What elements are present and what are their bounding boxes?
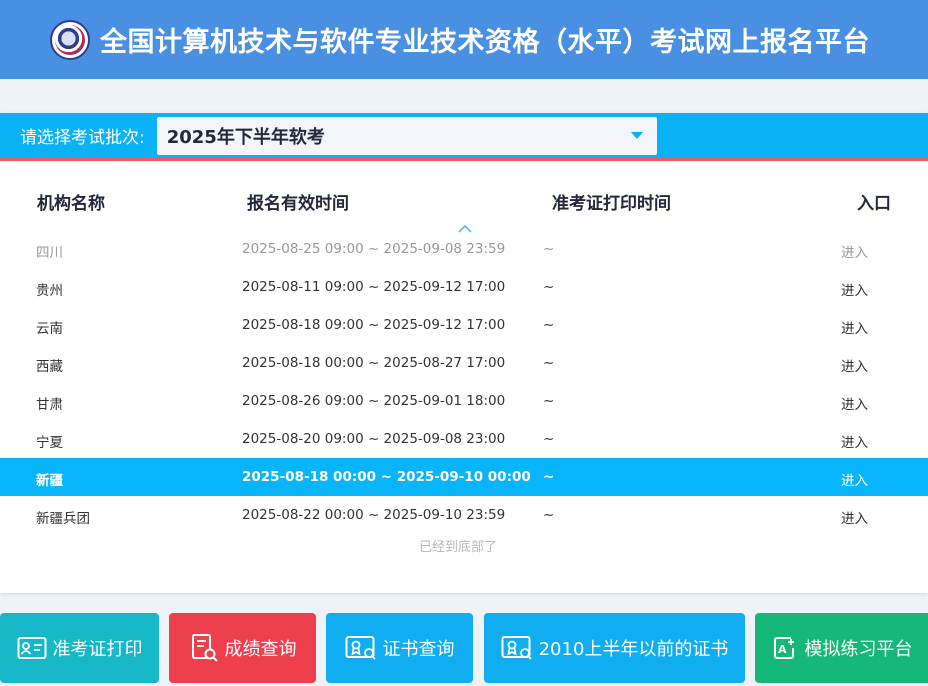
- entry-link[interactable]: 进入: [841, 317, 868, 337]
- reg-time: 2025-08-18 00:00 ~ 2025-09-10 00:00: [242, 469, 531, 485]
- exam-batch-value: 2025年下半年软考: [166, 126, 325, 148]
- exam-batch-label: 请选择考试批次:: [20, 128, 145, 148]
- org-name: 宁夏: [36, 435, 63, 451]
- org-name: 新疆: [36, 473, 63, 489]
- site-header: 全国计算机技术与软件专业技术资格（水平）考试网上报名平台: [0, 0, 928, 79]
- reg-time: 2025-08-18 00:00 ~ 2025-08-27 17:00: [242, 355, 506, 371]
- certificate-query-label: 证书查询: [382, 639, 455, 660]
- org-name: 四川: [36, 245, 63, 261]
- exam-batch-bar: 请选择考试批次: 2025年下半年软考: [0, 113, 928, 161]
- exam-batch-select[interactable]: 2025年下半年软考: [156, 116, 657, 155]
- print-time: ~: [543, 393, 555, 409]
- score-query-label: 成绩查询: [224, 639, 297, 660]
- reg-time: 2025-08-26 09:00 ~ 2025-09-01 18:00: [242, 393, 506, 409]
- column-header-entry: 入口: [857, 194, 891, 214]
- table-row: 四川 2025-08-25 09:00 ~ 2025-09-08 23:59 ~…: [0, 230, 928, 268]
- certificate-query-button[interactable]: 证书查询: [326, 613, 473, 683]
- table-row: 宁夏 2025-08-20 09:00 ~ 2025-09-08 23:00 ~…: [0, 420, 928, 458]
- reg-time: 2025-08-20 09:00 ~ 2025-09-08 23:00: [242, 431, 506, 447]
- certificate-icon: [501, 636, 532, 660]
- table-row-selected[interactable]: 新疆 2025-08-18 00:00 ~ 2025-09-10 00:00 ~…: [0, 458, 928, 496]
- entry-link[interactable]: 进入: [841, 469, 868, 489]
- org-name: 云南: [36, 321, 63, 337]
- legacy-certificate-button[interactable]: 2010上半年以前的证书: [484, 613, 745, 683]
- column-header-reg-time: 报名有效时间: [247, 194, 349, 214]
- print-time: ~: [543, 317, 555, 333]
- print-time: ~: [543, 469, 555, 485]
- caret-down-icon: [630, 132, 643, 139]
- entry-link[interactable]: 进入: [841, 355, 868, 375]
- certificate-icon: [345, 636, 376, 660]
- table-row: 西藏 2025-08-18 00:00 ~ 2025-08-27 17:00 ~…: [0, 344, 928, 382]
- reg-time: 2025-08-11 09:00 ~ 2025-09-12 17:00: [242, 279, 506, 295]
- table-row: 甘肃 2025-08-26 09:00 ~ 2025-09-01 18:00 ~…: [0, 382, 928, 420]
- practice-platform-button[interactable]: A 模拟练习平台: [755, 613, 928, 683]
- org-name: 甘肃: [36, 397, 63, 413]
- end-of-list-text: 已经到底部了: [418, 540, 497, 555]
- score-report-icon: [191, 634, 218, 662]
- print-time: ~: [543, 431, 555, 447]
- score-query-button[interactable]: 成绩查询: [169, 613, 316, 683]
- entry-link[interactable]: 进入: [841, 241, 868, 261]
- registration-panel: 请选择考试批次: 2025年下半年软考 机构名称 报名有效时间 准考证打印时间 …: [0, 113, 928, 593]
- org-list: 四川 2025-08-25 09:00 ~ 2025-09-08 23:59 ~…: [0, 230, 928, 534]
- entry-link[interactable]: 进入: [841, 507, 868, 527]
- quick-actions: 准考证打印 成绩查询 证书查询 2010上半年以前的证书 A 模拟练习平台: [0, 613, 928, 686]
- practice-platform-label: 模拟练习平台: [804, 639, 913, 660]
- column-header-org: 机构名称: [37, 194, 105, 214]
- entry-link[interactable]: 进入: [841, 393, 868, 413]
- table-header: 机构名称 报名有效时间 准考证打印时间 入口: [0, 179, 928, 219]
- column-header-print-time: 准考证打印时间: [552, 194, 671, 214]
- org-name: 新疆兵团: [36, 511, 90, 527]
- print-time: ~: [543, 279, 555, 295]
- id-card-icon: [17, 637, 46, 659]
- table-row: 云南 2025-08-18 09:00 ~ 2025-09-12 17:00 ~…: [0, 306, 928, 344]
- site-title: 全国计算机技术与软件专业技术资格（水平）考试网上报名平台: [100, 27, 870, 58]
- table-row: 新疆兵团 2025-08-22 00:00 ~ 2025-09-10 23:59…: [0, 496, 928, 534]
- practice-edit-icon: A: [773, 637, 794, 659]
- entry-link[interactable]: 进入: [841, 431, 868, 451]
- org-name: 贵州: [36, 283, 63, 299]
- table-row: 贵州 2025-08-11 09:00 ~ 2025-09-12 17:00 ~…: [0, 268, 928, 306]
- exam-logo-icon: [50, 19, 90, 60]
- print-time: ~: [543, 241, 555, 257]
- svg-text:A: A: [778, 643, 787, 656]
- admission-ticket-label: 准考证打印: [52, 639, 143, 660]
- org-name: 西藏: [36, 359, 63, 375]
- legacy-certificate-label: 2010上半年以前的证书: [538, 639, 729, 660]
- reg-time: 2025-08-22 00:00 ~ 2025-09-10 23:59: [242, 507, 506, 523]
- entry-link[interactable]: 进入: [841, 279, 868, 299]
- print-time: ~: [543, 355, 555, 371]
- reg-time: 2025-08-18 09:00 ~ 2025-09-12 17:00: [242, 317, 506, 333]
- print-time: ~: [543, 507, 555, 523]
- admission-ticket-button[interactable]: 准考证打印: [0, 613, 159, 683]
- reg-time: 2025-08-25 09:00 ~ 2025-09-08 23:59: [242, 241, 506, 257]
